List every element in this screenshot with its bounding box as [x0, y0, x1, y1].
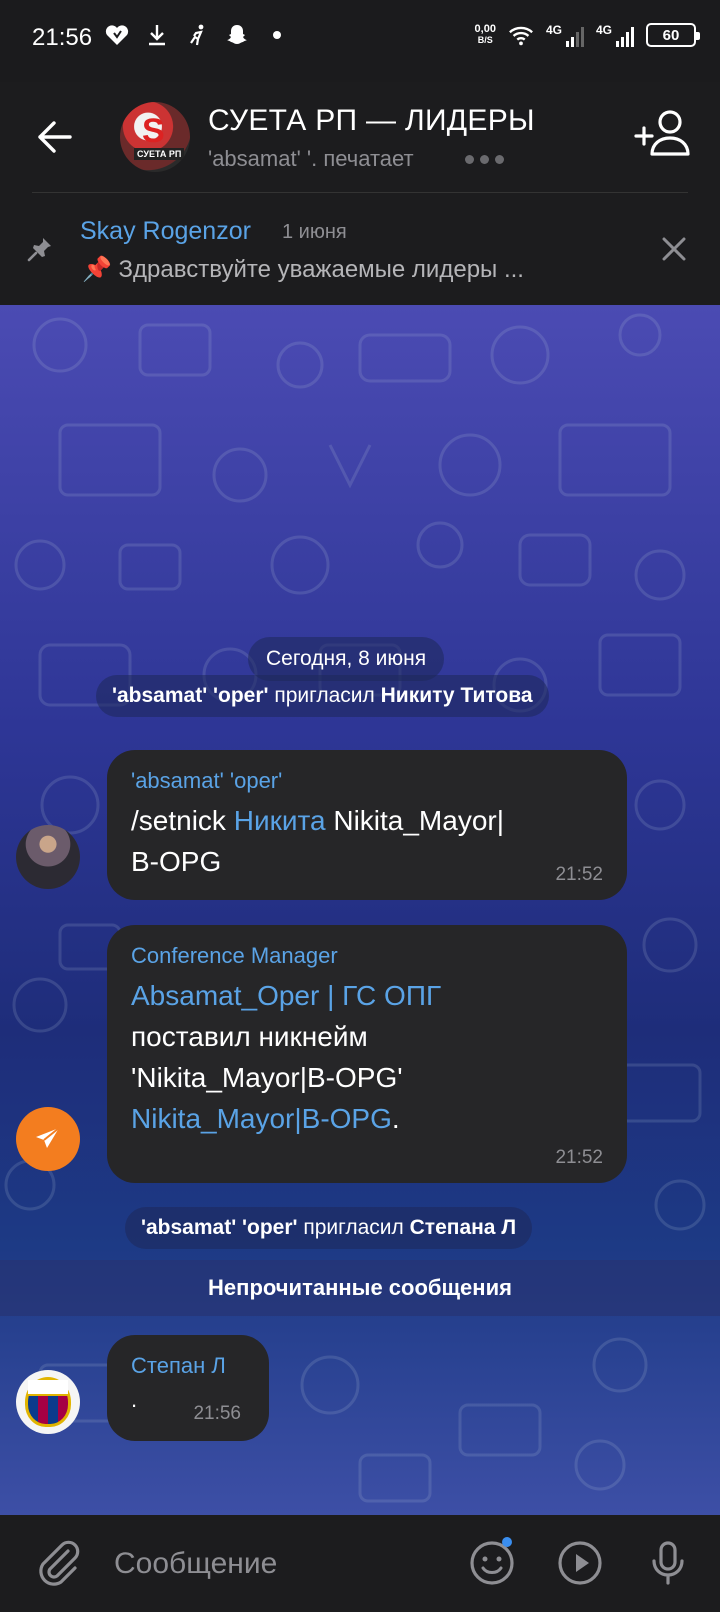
net-speed-unit: B/S [477, 35, 493, 45]
message-sender-name[interactable]: Conference Manager [131, 943, 603, 969]
add-member-icon[interactable] [634, 106, 694, 162]
message-text-line2: B-OPG [131, 846, 222, 877]
group-avatar[interactable]: S СУЕТА РП [120, 102, 190, 172]
battery-level: 60 [662, 26, 680, 44]
typing-dots-icon [465, 155, 504, 164]
wifi-icon [508, 22, 534, 48]
service-target: Степана Л [409, 1216, 517, 1239]
typing-status: 'absamat' '. печатает [208, 146, 414, 171]
pin-icon [26, 235, 54, 263]
sender-avatar-fcb[interactable] [16, 1370, 80, 1434]
message-user-link[interactable]: Absamat_Oper | ГС ОПГ [131, 980, 441, 1011]
sender-avatar[interactable] [16, 825, 80, 889]
message-bubble[interactable]: Степан Л . 21:56 [107, 1335, 269, 1441]
download-icon [144, 22, 170, 48]
message-command: /setnick [131, 805, 226, 836]
pinned-message-bar[interactable]: Skay Rogenzor 1 июня 📌 Здравствуйте уваж… [0, 193, 720, 305]
message-time: 21:52 [555, 864, 603, 885]
battery-icon: 60 [646, 23, 700, 47]
message-bubble[interactable]: Conference Manager Absamat_Oper | ГС ОПГ… [107, 925, 627, 1183]
message-mention-link[interactable]: Никита [234, 805, 326, 836]
message-text-tail: . [391, 1103, 400, 1134]
service-message-invite-1: 'absamat' 'oper' пригласил Никиту Титова [96, 675, 549, 717]
service-actor: 'absamat' 'oper' [112, 684, 269, 707]
service-action: пригласил [274, 684, 375, 707]
message-time: 21:56 [193, 1403, 241, 1424]
emoji-new-badge [502, 1537, 512, 1547]
pinned-text: 📌 Здравствуйте уважаемые лидеры ... [82, 256, 524, 283]
net-type-2: 4G [595, 23, 612, 37]
service-action: пригласил [303, 1216, 404, 1239]
service-message-invite-2: 'absamat' 'oper' пригласил Степана Л [125, 1207, 533, 1249]
status-system-icons: 0,00 B/S 4G 4G 60 [475, 22, 700, 48]
send-plane-icon [36, 1127, 60, 1148]
signal-2-icon: 4G [596, 23, 634, 47]
close-icon[interactable] [658, 233, 690, 265]
pinned-author: Skay Rogenzor [80, 217, 251, 245]
service-target: Никиту Титова [380, 684, 533, 707]
bot-avatar[interactable] [16, 1107, 80, 1171]
chat-header: S СУЕТА РП СУЕТА РП — ЛИДЕРЫ 'absamat' '… [0, 82, 720, 192]
chat-title[interactable]: СУЕТА РП — ЛИДЕРЫ [208, 104, 535, 138]
unread-messages-divider: Непрочитанные сообщения [0, 1260, 720, 1316]
message-nick-link[interactable]: Nikita_Mayor|B-OPG [131, 1103, 392, 1134]
status-bar: 21:56 0,00 B/S 4G 4G 60 [0, 0, 720, 82]
net-speed-value: 0,00 [474, 23, 496, 35]
message-text: Absamat_Oper | ГС ОПГ поставил никнейм '… [131, 975, 603, 1139]
message-text-rest: Nikita_Mayor| [333, 805, 504, 836]
group-avatar-logo-icon: S [142, 112, 165, 150]
signal-1-icon: 4G [546, 23, 584, 47]
chat-messages-area[interactable]: Сегодня, 8 июня 'absamat' 'oper' приглас… [0, 305, 720, 1515]
message-input[interactable]: Сообщение [114, 1547, 277, 1581]
heart-icon [104, 22, 130, 48]
message-text-line3: 'Nikita_Mayor|B-OPG' [131, 1062, 403, 1093]
chat-background-pattern [4, 313, 706, 1503]
status-time: 21:56 [32, 24, 93, 51]
message-bubble[interactable]: 'absamat' 'oper' /setnick Никита Nikita_… [107, 750, 627, 900]
net-type-1: 4G [545, 23, 562, 37]
service-actor: 'absamat' 'oper' [141, 1216, 298, 1239]
net-speed: 0,00 B/S [475, 24, 496, 46]
message-text: /setnick Никита Nikita_Mayor| B-OPG [131, 800, 603, 882]
group-avatar-label: СУЕТА РП [134, 148, 185, 160]
message-sender-name[interactable]: Степан Л [131, 1353, 245, 1379]
running-icon [184, 22, 210, 48]
pinned-date: 1 июня [282, 221, 347, 243]
message-sender-name[interactable]: 'absamat' 'oper' [131, 768, 603, 794]
status-notification-icons [104, 22, 290, 48]
video-message-icon[interactable] [554, 1537, 606, 1589]
message-input-bar: Сообщение [0, 1515, 720, 1612]
attach-icon[interactable] [32, 1537, 84, 1589]
message-time: 21:52 [555, 1147, 603, 1168]
fcb-crest-icon [25, 1377, 71, 1427]
dot-icon [264, 22, 290, 48]
message-text-line2: поставил никнейм [131, 1021, 368, 1052]
snapchat-icon [224, 22, 250, 48]
back-arrow-icon[interactable] [30, 112, 80, 162]
microphone-icon[interactable] [642, 1537, 694, 1589]
